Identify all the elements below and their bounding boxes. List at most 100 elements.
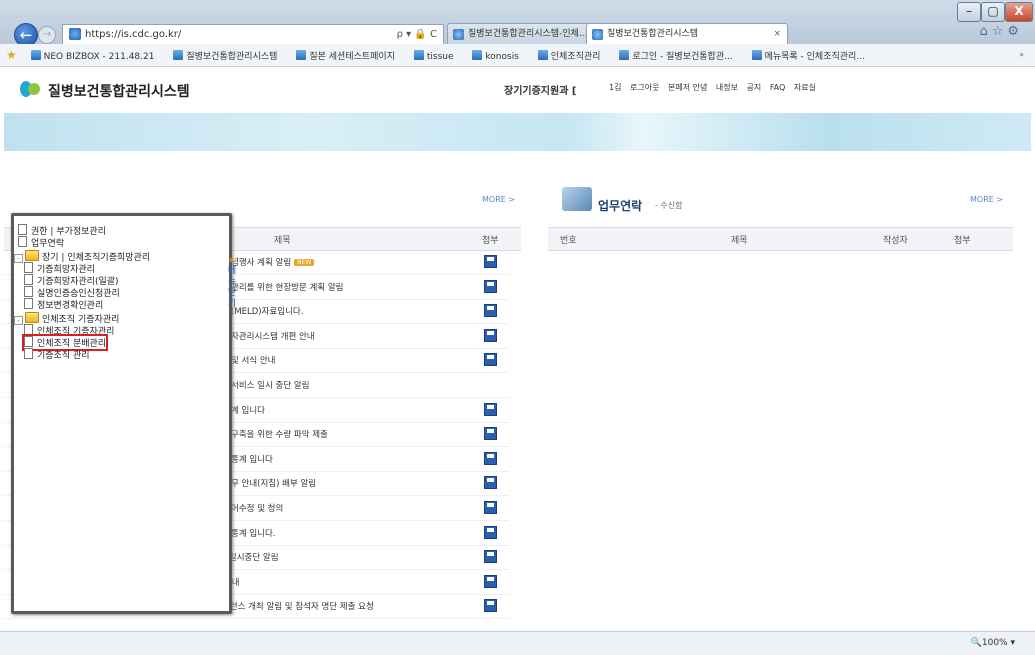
favorites-more-button[interactable]: » xyxy=(1019,44,1024,66)
row-title-link[interactable]: 통계 입니다. xyxy=(231,527,276,539)
attachment-floppy-icon[interactable] xyxy=(484,279,497,293)
page-icon xyxy=(296,50,307,60)
tree-item[interactable]: 업무연락 xyxy=(18,236,64,249)
attachment-floppy-icon[interactable] xyxy=(484,402,497,416)
attachment-floppy-icon[interactable] xyxy=(484,476,497,490)
attachment-floppy-icon[interactable] xyxy=(484,328,497,342)
contact-table-header: 번호 제목 작성자 첨부 xyxy=(548,227,1013,251)
folder-icon xyxy=(25,250,39,261)
close-menu-button[interactable]: « 메 뉴 닫 기 xyxy=(226,255,238,310)
row-title-link[interactable]: 통계 입니다 xyxy=(231,453,273,465)
row-title-link[interactable]: 구축을 위한 수량 파악 제출 xyxy=(231,428,328,440)
page-icon xyxy=(18,224,27,235)
attachment-floppy-icon[interactable] xyxy=(484,304,497,318)
logo-icon[interactable] xyxy=(20,79,42,99)
collapse-icon[interactable]: - xyxy=(14,254,23,263)
page-icon xyxy=(24,274,33,285)
favorite-link[interactable]: 질본 세션테스트페이지 xyxy=(290,50,400,62)
attachment-floppy-icon[interactable] xyxy=(484,255,497,268)
attachment-floppy-icon[interactable] xyxy=(484,427,497,441)
row-title-text: 자관리시스템 개편 안내 xyxy=(231,331,315,342)
tree-item-label: 정보변경확인관리 xyxy=(37,301,104,311)
collapse-icon[interactable]: - xyxy=(14,316,23,325)
row-title-link[interactable]: 및 서식 안내 xyxy=(231,354,276,366)
favorite-link[interactable]: 메뉴목록 - 인체조직관리... xyxy=(746,50,870,62)
attachment-floppy-icon[interactable] xyxy=(484,525,497,539)
address-controls[interactable]: ρ ▾ 🔒 C xyxy=(397,25,437,44)
folder-icon xyxy=(25,312,39,323)
web-page: 질병보건통합관리시스템 장기기증지원과 [ 1김 로그아웃 본페저 안녕 내정보… xyxy=(4,67,1031,631)
forward-button[interactable]: → xyxy=(38,26,56,44)
close-menu-char: 기 xyxy=(227,299,237,309)
attachment-floppy-icon[interactable] xyxy=(484,574,497,588)
row-title-text: 통계 입니다. xyxy=(231,528,276,539)
tab-active[interactable]: 질병보건통합관리시스템 × xyxy=(586,23,788,45)
minimize-button[interactable]: – xyxy=(957,2,981,22)
tab-label: 질병보건통합관리시스템-인체... xyxy=(468,29,588,39)
favorite-link[interactable]: 인체조직관리 xyxy=(532,50,606,62)
department-label: 장기기증지원과 [ xyxy=(504,86,577,97)
faq-link[interactable]: FAQ xyxy=(770,83,786,92)
row-title-link[interactable]: 계 입니다 xyxy=(231,404,265,416)
attachment-floppy-icon[interactable] xyxy=(484,353,497,367)
page-icon xyxy=(173,50,184,60)
contact-more-link[interactable]: MORE > xyxy=(970,195,1003,204)
zoom-control[interactable]: 🔍100% ▾ xyxy=(971,638,1015,648)
attachment-floppy-icon[interactable] xyxy=(484,451,497,465)
attachment-floppy-icon[interactable] xyxy=(484,550,497,564)
close-menu-char: 뉴 xyxy=(227,277,237,287)
page-icon xyxy=(751,50,762,60)
new-badge: NEW xyxy=(294,259,315,266)
page-icon xyxy=(24,262,33,273)
status-bar: 🔍100% ▾ xyxy=(0,631,1035,655)
page-icon xyxy=(18,236,27,247)
favorites-star-icon[interactable]: ★ xyxy=(6,48,17,62)
favorite-link[interactable]: tissue xyxy=(408,50,459,62)
notice-more-link[interactable]: MORE > xyxy=(482,195,515,204)
row-title-link[interactable]: 념행사 계획 알림 NEW xyxy=(231,256,315,268)
attachment-floppy-icon[interactable] xyxy=(484,501,497,514)
inbox-label: - 수신함 xyxy=(655,201,683,210)
row-title-link[interactable]: 자관리시스템 개편 안내 xyxy=(231,330,315,342)
title-bar: – ▢ X ← → https://is.cdc.go.kr/ ρ ▾ 🔒 C … xyxy=(0,0,1035,47)
row-title-link[interactable]: 관리를 위한 현장방문 계획 알림 xyxy=(231,281,343,293)
address-bar[interactable]: https://is.cdc.go.kr/ ρ ▾ 🔒 C xyxy=(62,24,444,45)
page-icon xyxy=(24,298,33,309)
close-window-button[interactable]: X xyxy=(1005,2,1033,22)
close-menu-char: 메 xyxy=(227,266,237,276)
close-menu-char: 닫 xyxy=(227,288,237,298)
favorite-link[interactable]: 질병보건통합관리시스템 xyxy=(167,50,282,62)
tab-favicon-icon xyxy=(453,29,464,40)
row-title-link[interactable]: (MELD)자료입니다. xyxy=(231,305,303,317)
notice-link[interactable]: 공지 xyxy=(747,83,762,92)
maximize-button[interactable]: ▢ xyxy=(981,2,1005,22)
favorite-link[interactable]: NEO BIZBOX - 211.48.21 xyxy=(25,50,160,62)
page-icon xyxy=(30,50,41,60)
tree-item-label: 기증조직 관리 xyxy=(37,351,90,361)
tab-inactive[interactable]: 질병보건통합관리시스템-인체... xyxy=(447,23,604,45)
favorite-link[interactable]: konosis xyxy=(466,50,524,62)
logout-link[interactable]: 로그아웃 xyxy=(630,83,659,92)
row-title-link[interactable]: 서비스 일시 중단 알림 xyxy=(231,379,310,391)
browser-window: – ▢ X ← → https://is.cdc.go.kr/ ρ ▾ 🔒 C … xyxy=(0,0,1035,655)
attachment-floppy-icon[interactable] xyxy=(484,599,497,613)
tree-item[interactable]: 정보변경확인관리 xyxy=(24,298,103,311)
system-title[interactable]: 질병보건통합관리시스템 xyxy=(48,81,190,101)
tab-close-icon[interactable]: × xyxy=(773,24,781,45)
collapse-chevron-icon: « xyxy=(228,255,236,266)
favorite-link[interactable]: 로그인 - 질병보건통합관... xyxy=(613,50,737,62)
guide-link[interactable]: 본페저 안녕 xyxy=(668,83,707,92)
page-icon xyxy=(413,50,424,60)
column-number: 번호 xyxy=(560,236,577,246)
address-text: https://is.cdc.go.kr/ xyxy=(85,29,182,40)
archive-link[interactable]: 자료실 xyxy=(794,83,816,92)
row-title-link[interactable]: 무 안내(지침) 배부 알림 xyxy=(231,477,316,489)
row-title-link[interactable]: 어수정 및 청의 xyxy=(231,502,283,514)
home-star-gear-icon[interactable]: ⌂☆⚙ xyxy=(979,24,1023,39)
my-info-link[interactable]: 내정보 xyxy=(716,83,738,92)
row-title-text: 및 서식 안내 xyxy=(231,356,276,367)
row-title-text: 구축을 위한 수량 파악 제출 xyxy=(231,430,328,441)
tree-item[interactable]: 기증조직 관리 xyxy=(24,348,90,361)
column-attach: 첨부 xyxy=(954,236,971,246)
row-title-text: 념행사 계획 알림 xyxy=(231,258,292,268)
